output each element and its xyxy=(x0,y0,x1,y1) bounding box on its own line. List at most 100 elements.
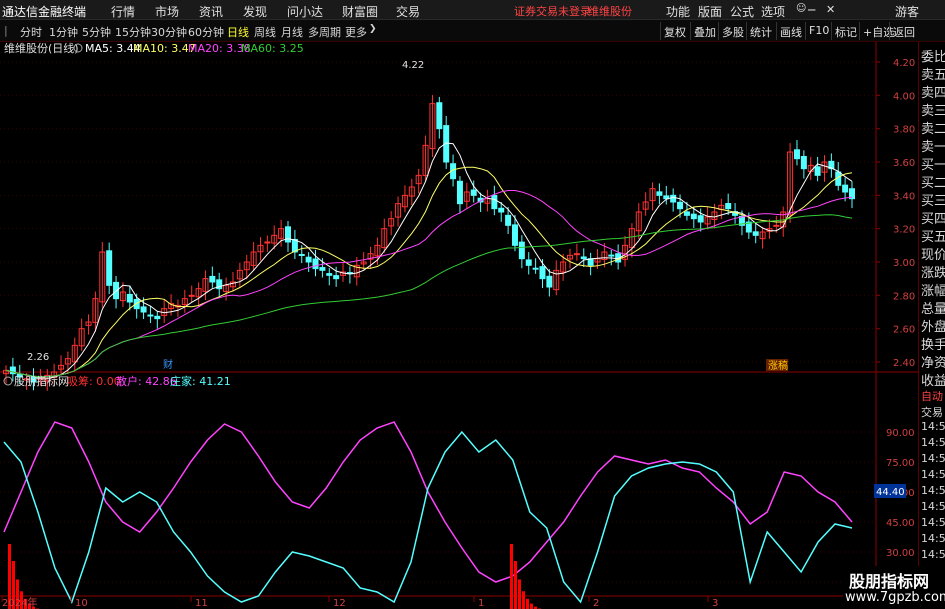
indicator-y-tick-label: 90.00 xyxy=(886,428,915,439)
quote-label: 买三 xyxy=(921,194,945,209)
retail-line xyxy=(3,421,853,583)
low-price-label: 2.26 xyxy=(27,352,49,363)
x-tick-label: 10 xyxy=(75,598,88,609)
quote-label: 卖二 xyxy=(921,122,945,137)
candle-body xyxy=(333,275,340,280)
candle-body xyxy=(264,241,271,244)
candle-body xyxy=(113,281,120,300)
candle-body xyxy=(188,294,195,297)
accum-bar xyxy=(530,603,533,609)
y-tick-label: 3.40 xyxy=(893,191,915,202)
candle-body xyxy=(690,213,697,220)
quote-label: 14:56 xyxy=(921,532,945,545)
candle-body xyxy=(580,256,587,260)
candle-body xyxy=(209,275,216,283)
candle-body xyxy=(842,184,849,193)
dealer-line xyxy=(3,430,853,604)
candle-body xyxy=(154,315,161,320)
x-tick-label: 2024年 xyxy=(2,596,37,609)
indicator-y-tick-label: 75.00 xyxy=(886,458,915,469)
y-tick-label: 4.20 xyxy=(893,58,915,69)
accum-bar xyxy=(526,598,529,609)
candle-body xyxy=(326,273,333,276)
indicator-y-tick-label: 45.00 xyxy=(886,518,915,529)
quote-label: 14:56 xyxy=(921,548,945,561)
event-marker-zhangwen[interactable]: 涨稿 xyxy=(768,359,788,372)
candle-body xyxy=(800,155,807,170)
y-tick-label: 4.00 xyxy=(893,91,915,102)
x-tick-label: 12 xyxy=(333,598,346,609)
candle-body xyxy=(470,189,477,196)
ma5-line xyxy=(5,142,853,379)
candle-body xyxy=(305,256,312,263)
candle-body xyxy=(814,166,821,176)
x-tick-label: 3 xyxy=(712,598,718,609)
x-tick-label: 2 xyxy=(593,598,599,609)
x-tick-label: 11 xyxy=(195,598,208,609)
y-tick-label: 2.80 xyxy=(893,291,915,302)
quote-label: 委比 xyxy=(921,50,945,65)
indicator-settings-icon[interactable] xyxy=(3,376,13,386)
indicator-name: 股朋指标网 xyxy=(14,374,69,388)
ma20-line xyxy=(5,190,853,378)
chart-area[interactable]: 4.20 4.00 3.80 3.60 3.40 3.20 3.00 2.80 2.60 2.40… xyxy=(0,0,945,609)
candle-body xyxy=(312,258,319,270)
candle-body xyxy=(126,293,133,303)
quote-label: 涨幅 xyxy=(921,284,945,299)
accum-bar xyxy=(514,560,517,609)
candle-body xyxy=(498,207,505,213)
quote-panel: 委比 卖五 卖四 卖三 卖二 卖一 买一 买二 买三 买四 买五 现价 涨跌 涨幅 总量 外盘 换手 净资 收益 自动… xyxy=(918,42,945,609)
candle-body xyxy=(456,180,463,205)
quote-label: 卖一 xyxy=(921,140,945,155)
current-value-label: 44.40 xyxy=(876,487,905,498)
candle-body xyxy=(106,250,113,286)
candle-body xyxy=(147,314,154,317)
quote-label: 卖五 xyxy=(921,68,945,83)
indicator-accum-value: 吸筹: 0.00 xyxy=(67,374,121,388)
accum-bar xyxy=(510,544,513,609)
indicator-retail-value: 散户: 42.86 xyxy=(116,374,177,388)
y-tick-label: 3.60 xyxy=(893,158,915,169)
quote-label: 外盘 xyxy=(921,320,945,335)
candle-body xyxy=(491,194,498,210)
event-marker-cai[interactable]: 财 xyxy=(163,358,173,371)
accum-bar xyxy=(522,591,525,609)
y-tick-label: 3.80 xyxy=(893,125,915,136)
indicator-y-tick-label: 30.00 xyxy=(886,548,915,559)
quote-label: 买五 xyxy=(921,230,945,245)
candle-body xyxy=(656,191,663,196)
quote-label: 买一 xyxy=(921,158,945,173)
quote-label: 14:56 xyxy=(921,436,945,449)
quote-label: 买二 xyxy=(921,176,945,191)
candle-body xyxy=(752,231,759,236)
y-tick-label: 2.40 xyxy=(893,358,915,369)
quote-label: 14:56 xyxy=(921,452,945,465)
candle-body xyxy=(525,259,532,266)
candle-body xyxy=(793,149,800,160)
legend-ma60: MA60: 3.25 xyxy=(241,42,304,55)
candle-body xyxy=(140,306,147,313)
quote-label: 14:56 xyxy=(921,484,945,497)
candle-body xyxy=(697,215,704,223)
candle-body xyxy=(511,224,518,246)
candle-body xyxy=(725,203,732,210)
quote-label: 买四 xyxy=(921,212,945,227)
candle-body xyxy=(505,214,512,226)
watermark-title: 股朋指标网 xyxy=(849,572,930,591)
candle-body xyxy=(532,267,539,270)
quote-label: 卖四 xyxy=(921,86,945,101)
chart-title: 维维股份(日线) xyxy=(4,41,79,55)
quote-label: 换手 xyxy=(921,338,945,353)
candle-body xyxy=(546,275,553,288)
candle-body xyxy=(663,195,670,200)
quote-label: 自动 xyxy=(921,390,943,403)
quote-label: 收益 xyxy=(921,374,945,389)
quote-label: 14:56 xyxy=(921,468,945,481)
quote-label: 总量 xyxy=(921,302,945,317)
high-price-label: 4.22 xyxy=(402,60,424,71)
candle-body xyxy=(670,194,677,203)
quote-label: 14:56 xyxy=(921,516,945,529)
indicator-dealer-value: 庄家: 41.21 xyxy=(170,374,231,388)
quote-label: 14:56 xyxy=(921,500,945,513)
candle-body xyxy=(773,224,780,227)
